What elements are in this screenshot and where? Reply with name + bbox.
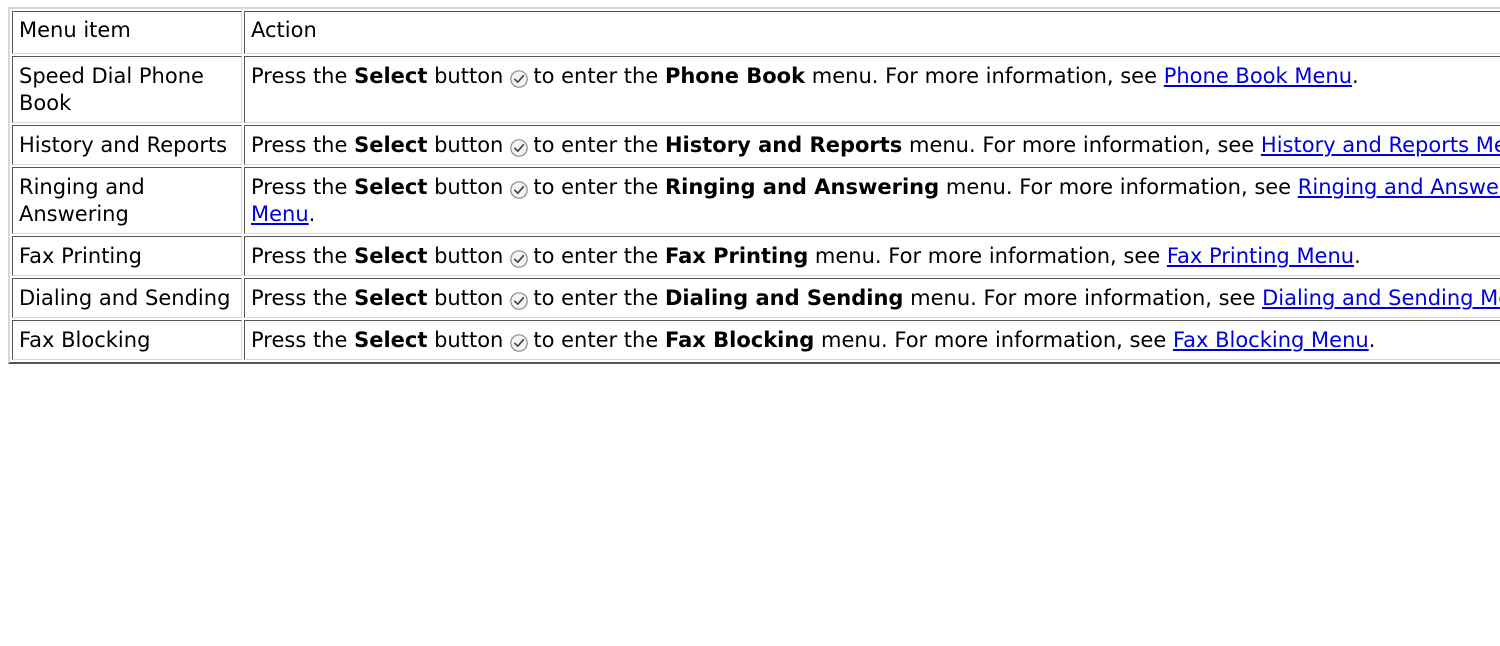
period: .	[308, 202, 316, 226]
period: .	[1352, 64, 1359, 88]
menu-name: Phone Book	[664, 64, 806, 88]
fax-blocking-menu-link[interactable]: Fax Blocking Menu	[1173, 328, 1369, 352]
menu-item-cell: History and Reports	[12, 125, 242, 165]
press-the-text: Press the	[251, 244, 348, 268]
header-menu-item: Menu item	[12, 11, 242, 54]
table-row: Fax Printing Press the Select button to e…	[12, 236, 1500, 276]
fax-printing-menu-link[interactable]: Fax Printing Menu	[1167, 244, 1354, 268]
action-cell: Press the Select button to enter the Ring…	[244, 167, 1500, 234]
select-label: Select	[354, 328, 428, 352]
action-cell: Press the Select button to enter the Dial…	[244, 278, 1500, 318]
select-button-icon	[509, 138, 529, 158]
action-cell: Press the Select button to enter the Phon…	[244, 56, 1500, 123]
to-enter-text: to enter the	[533, 328, 659, 352]
to-enter-text: to enter the	[533, 133, 659, 157]
history-and-reports-menu-link[interactable]: History and Reports Menu	[1261, 133, 1500, 157]
press-the-text: Press the	[251, 133, 348, 157]
table-row: History and Reports Press the Select but…	[12, 125, 1500, 165]
select-label: Select	[354, 133, 428, 157]
menu-table: Menu item Action Speed Dial Phone Book P…	[8, 7, 1500, 364]
table-row: Dialing and Sending Press the Select but…	[12, 278, 1500, 318]
menu-table-body: Menu item Action Speed Dial Phone Book P…	[12, 11, 1500, 360]
menu-item-cell: Ringing and Answering	[12, 167, 242, 234]
action-cell: Press the Select button to enter the Fax …	[244, 236, 1500, 276]
to-enter-text: to enter the	[533, 175, 659, 199]
select-button-icon	[509, 180, 529, 200]
to-enter-text: to enter the	[533, 64, 659, 88]
phone-book-menu-link[interactable]: Phone Book Menu	[1164, 64, 1352, 88]
period: .	[1368, 328, 1376, 352]
page: Menu item Action Speed Dial Phone Book P…	[0, 0, 1500, 646]
select-label: Select	[354, 286, 428, 310]
menu-item-cell: Fax Blocking	[12, 320, 242, 360]
select-button-icon	[509, 69, 529, 89]
menu-name: Dialing and Sending	[664, 286, 904, 310]
select-button-icon	[509, 333, 529, 353]
button-text: button	[434, 64, 504, 88]
more-info-text: menu. For more information, see	[945, 175, 1292, 199]
header-action: Action	[244, 11, 1500, 54]
menu-name: History and Reports	[664, 133, 903, 157]
menu-name: Ringing and Answering	[664, 175, 940, 199]
menu-name: Fax Blocking	[664, 328, 815, 352]
menu-item-cell: Dialing and Sending	[12, 278, 242, 318]
more-info-text: menu. For more information, see	[910, 286, 1256, 310]
action-cell: Press the Select button to enter the Fax …	[244, 320, 1500, 360]
press-the-text: Press the	[251, 328, 348, 352]
more-info-text: menu. For more information, see	[811, 64, 1158, 88]
button-text: button	[434, 328, 504, 352]
table-row: Fax Blocking Press the Select button to e…	[12, 320, 1500, 360]
action-cell: Press the Select button to enter the Hist…	[244, 125, 1500, 165]
select-label: Select	[354, 244, 428, 268]
dialing-and-sending-menu-link[interactable]: Dialing and Sending Menu	[1262, 286, 1500, 310]
select-button-icon	[509, 291, 529, 311]
button-text: button	[434, 133, 504, 157]
button-text: button	[434, 175, 504, 199]
select-label: Select	[354, 64, 428, 88]
press-the-text: Press the	[251, 286, 348, 310]
button-text: button	[434, 286, 504, 310]
table-row: Ringing and Answering Press the Select b…	[12, 167, 1500, 234]
period: .	[1354, 244, 1361, 268]
table-header-row: Menu item Action	[12, 11, 1500, 54]
press-the-text: Press the	[251, 175, 348, 199]
select-button-icon	[509, 249, 529, 269]
to-enter-text: to enter the	[533, 244, 659, 268]
press-the-text: Press the	[251, 64, 348, 88]
menu-item-cell: Fax Printing	[12, 236, 242, 276]
table-row: Speed Dial Phone Book Press the Select b…	[12, 56, 1500, 123]
menu-name: Fax Printing	[664, 244, 809, 268]
select-label: Select	[354, 175, 428, 199]
more-info-text: menu. For more information, see	[814, 244, 1161, 268]
button-text: button	[434, 244, 504, 268]
to-enter-text: to enter the	[533, 286, 659, 310]
more-info-text: menu. For more information, see	[908, 133, 1255, 157]
menu-item-cell: Speed Dial Phone Book	[12, 56, 242, 123]
more-info-text: menu. For more information, see	[821, 328, 1167, 352]
